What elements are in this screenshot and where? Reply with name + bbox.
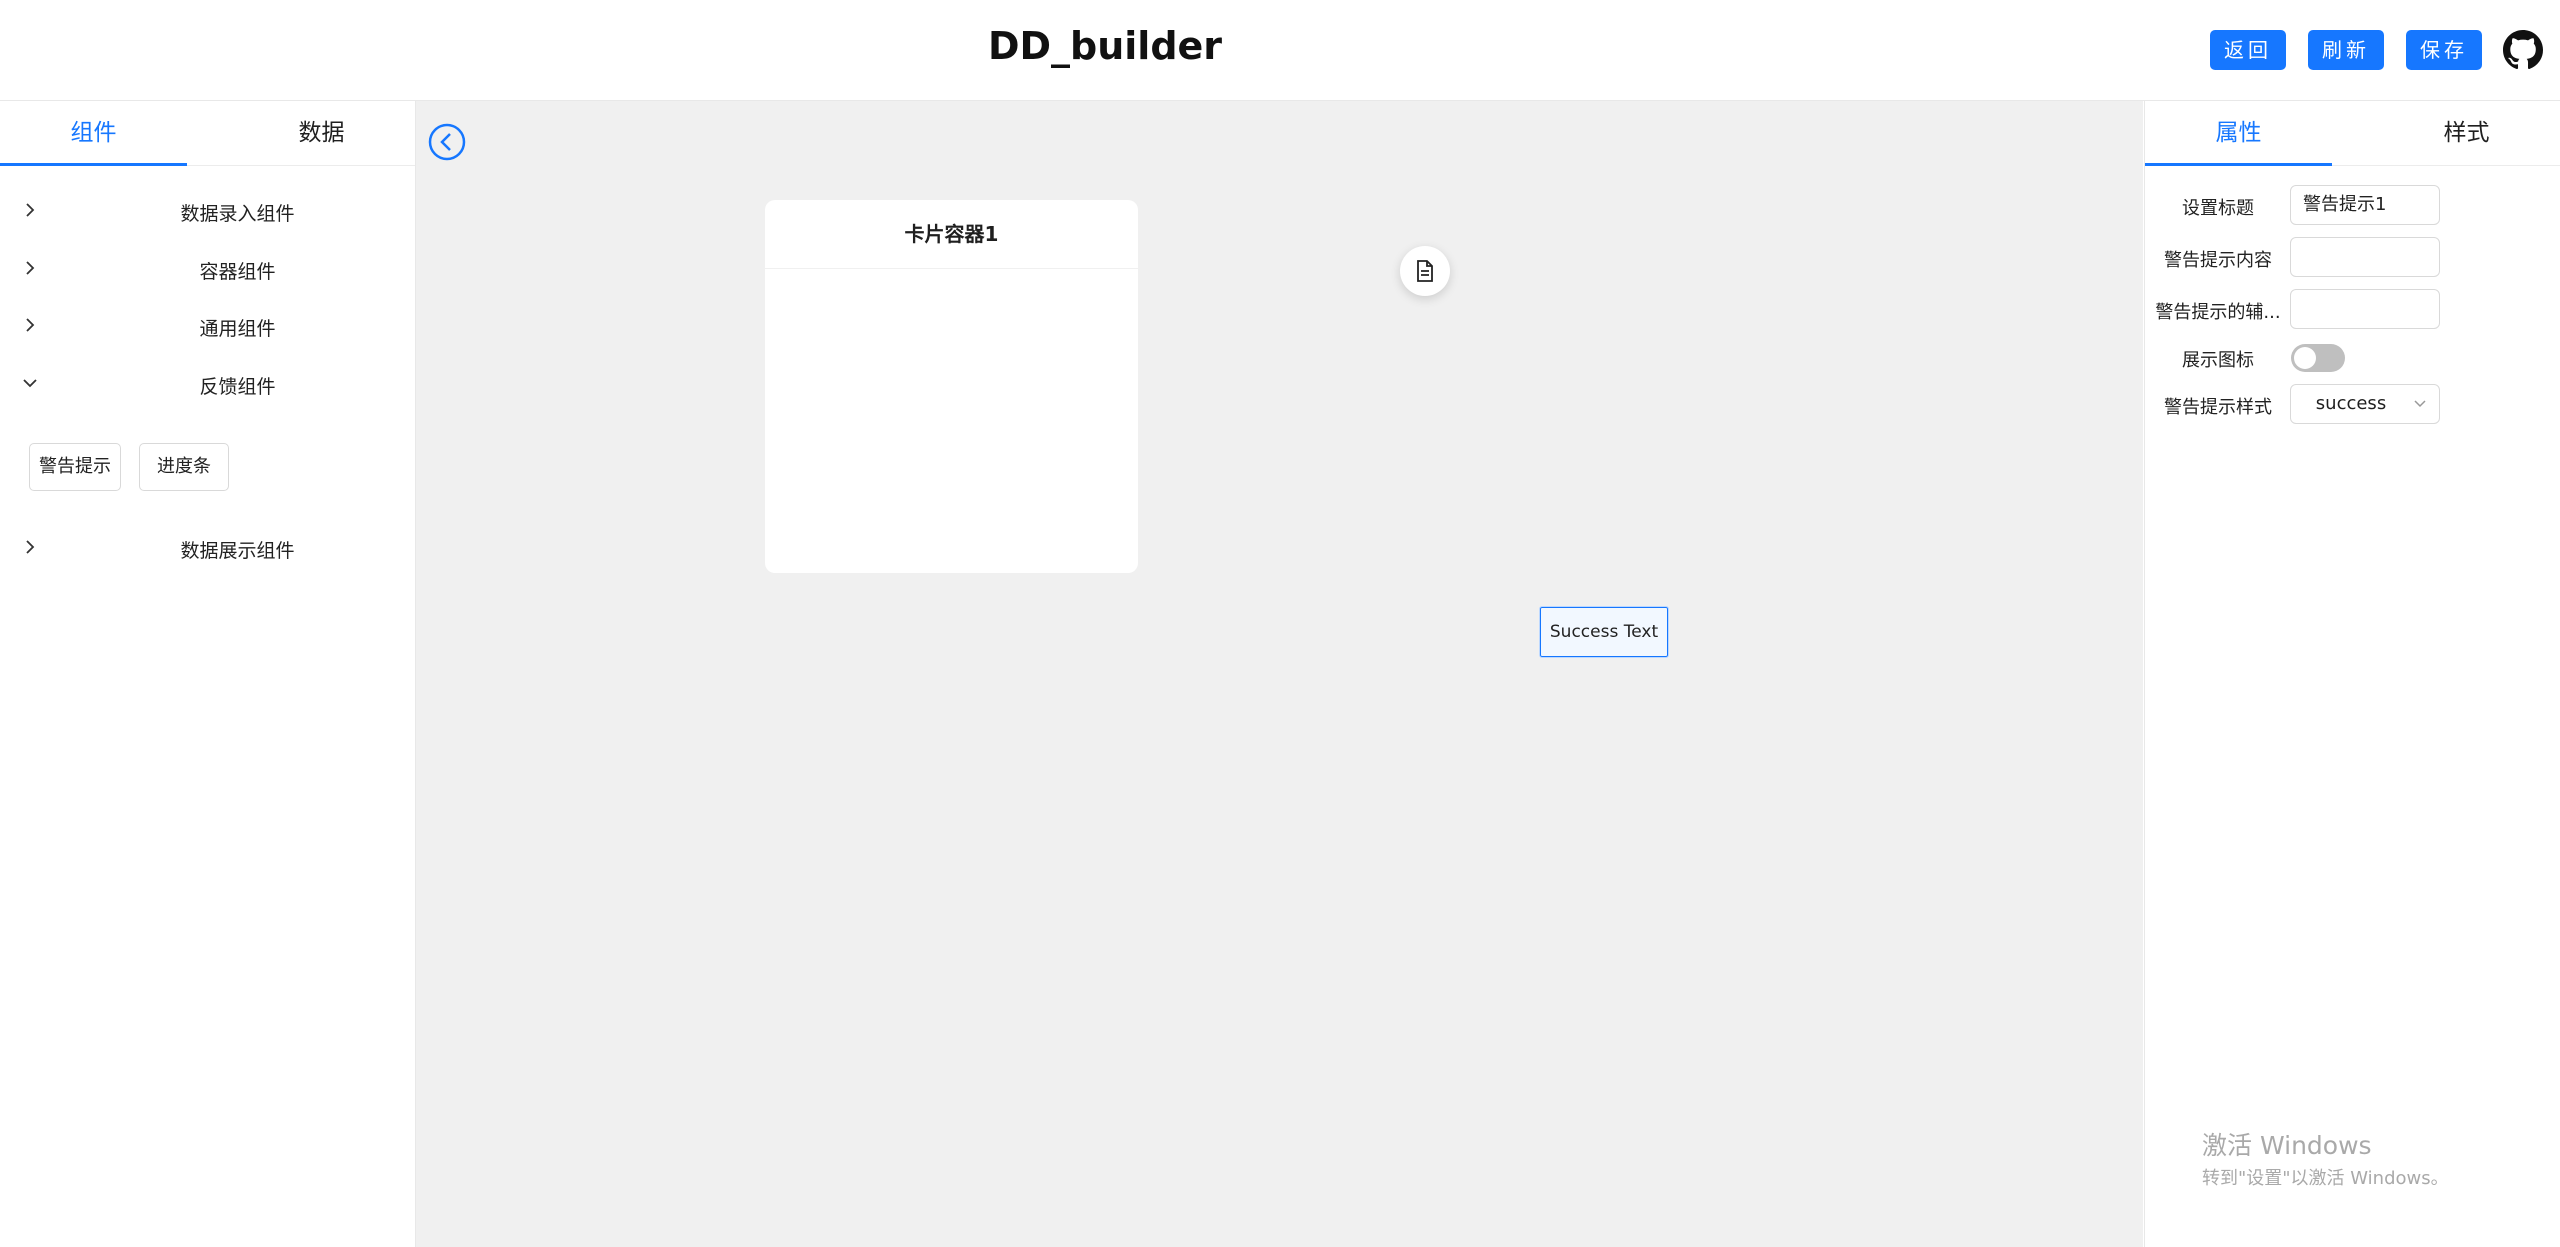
properties-panel: 属性 样式 设置标题 警告提示1 警告提示内容 警告提示的辅... 展示图标 警…	[2144, 101, 2560, 1247]
chevron-down-icon	[23, 379, 37, 388]
content-input[interactable]	[2290, 237, 2440, 277]
group-general[interactable]: 通用组件	[0, 309, 415, 349]
tab-data[interactable]: 数据	[228, 101, 415, 165]
alert-component[interactable]: Success Text	[1539, 606, 1669, 658]
style-label: 警告提示样式	[2164, 397, 2272, 418]
tab-properties[interactable]: 属性	[2145, 101, 2332, 165]
description-input[interactable]	[2290, 289, 2440, 329]
tab-components[interactable]: 组件	[0, 101, 187, 165]
card-title: 卡片容器1	[765, 200, 1138, 269]
design-canvas[interactable]: 卡片容器1 Success Text	[416, 101, 2143, 1247]
refresh-button[interactable]: 刷新	[2308, 30, 2384, 70]
toggle-knob	[2294, 347, 2316, 369]
left-tab-bar: 组件 数据	[0, 101, 415, 166]
float-button[interactable]	[1400, 246, 1450, 296]
group-data-display[interactable]: 数据展示组件	[0, 531, 415, 571]
component-panel: 组件 数据 数据录入组件 容器组件 通用组件 反馈组件 警告提示 进度条 数据展…	[0, 101, 416, 1247]
back-button[interactable]: 返回	[2210, 30, 2286, 70]
style-select[interactable]: success	[2290, 384, 2440, 424]
watermark-title: 激活 Windows	[2202, 1131, 2372, 1160]
group-label: 数据展示组件	[180, 540, 295, 562]
save-button[interactable]: 保存	[2406, 30, 2482, 70]
chevron-down-icon	[2414, 400, 2426, 408]
group-data-entry[interactable]: 数据录入组件	[0, 194, 415, 234]
component-progress[interactable]: 进度条	[139, 443, 229, 491]
show-icon-toggle[interactable]	[2291, 344, 2345, 372]
description-label: 警告提示的辅...	[2155, 302, 2281, 323]
show-icon-label: 展示图标	[2182, 350, 2254, 371]
group-label: 容器组件	[199, 261, 276, 283]
title-label: 设置标题	[2182, 198, 2254, 219]
right-tab-bar: 属性 样式	[2145, 101, 2560, 166]
chevron-right-icon	[26, 318, 35, 332]
watermark-subtitle: 转到"设置"以激活 Windows。	[2202, 1168, 2449, 1189]
chevron-right-icon	[26, 261, 35, 275]
app-title: DD_builder	[987, 24, 1223, 68]
content-label: 警告提示内容	[2164, 250, 2272, 271]
group-label: 数据录入组件	[180, 203, 295, 225]
group-label: 反馈组件	[199, 376, 276, 398]
windows-activation-watermark: 激活 Windows 转到"设置"以激活 Windows。	[2202, 1126, 2449, 1190]
active-tab-indicator	[0, 163, 187, 166]
github-icon[interactable]	[2503, 30, 2543, 70]
file-text-icon	[1417, 260, 1433, 282]
collapse-panel-icon[interactable]	[428, 123, 466, 161]
card-container[interactable]: 卡片容器1	[765, 200, 1138, 573]
chevron-right-icon	[26, 540, 35, 554]
style-select-value: success	[2315, 393, 2387, 414]
chevron-right-icon	[26, 203, 35, 217]
tab-style[interactable]: 样式	[2373, 101, 2560, 165]
active-tab-indicator	[2145, 163, 2332, 166]
title-input[interactable]: 警告提示1	[2290, 185, 2440, 225]
group-label: 通用组件	[199, 318, 276, 340]
group-container[interactable]: 容器组件	[0, 252, 415, 292]
component-alert[interactable]: 警告提示	[29, 443, 121, 491]
group-feedback[interactable]: 反馈组件	[0, 367, 415, 407]
top-header: DD_builder 返回 刷新 保存	[0, 0, 2560, 101]
